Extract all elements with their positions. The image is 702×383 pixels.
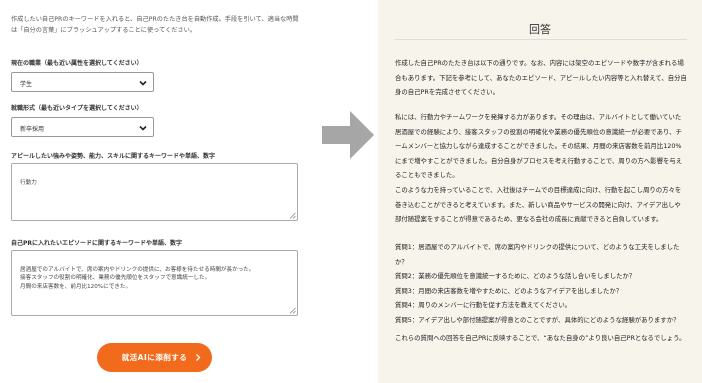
employment-field-label: 就職形式（最も近いタイプを選択してください） (11, 105, 143, 112)
episode-field-label: 自己PRに入れたいエピソードに関するキーワードや単語、数字 (11, 240, 183, 247)
answer-paragraph: 私には、行動力やチームワークを発揮する力があります。その理由は、アルバイトとして… (395, 113, 683, 179)
employment-select-value: 新卒採用 (20, 126, 45, 133)
episode-textarea[interactable]: 居酒屋でのアルバイトで、席の案内やドリンクの提供に、お客様を待たせる時間が長かっ… (11, 250, 298, 316)
resize-handle-icon[interactable] (289, 307, 296, 314)
arrow-right-icon (322, 111, 374, 159)
chevron-right-icon (196, 354, 201, 361)
employment-select[interactable]: 新卒採用 (11, 117, 154, 137)
answer-panel: 回答 作成した自己PRのたたき台は以下の通りです。なお、内容には架空のエピソード… (378, 0, 702, 383)
status-select[interactable]: 学生 (11, 72, 154, 92)
answer-paragraph: 作成した自己PRのたたき台は以下の通りです。なお、内容には架空のエピソードや数字… (395, 59, 687, 96)
form-intro-text: 作成したい自己PRのキーワードを入れると、自己PRのたたき台を自動作成。手段を引… (11, 16, 299, 34)
answer-paragraph: これらの質問への回答を自己PRに反映することで、“あなた自身の”より良い自己PR… (395, 334, 686, 342)
keywords-textarea-value: 行動力 (20, 179, 37, 186)
submit-to-ai-button[interactable]: 就活AIに添削する (97, 343, 212, 372)
answer-title-divider (395, 39, 687, 40)
keywords-textarea[interactable]: 行動力 (11, 163, 298, 221)
status-select-value: 学生 (20, 81, 33, 88)
answer-questions: 質問1：居酒屋でのアルバイトで、席の案内やドリンクの提供について、どのような工夫… (395, 243, 680, 324)
status-field-label: 現在の職業（最も近い属性を選択してください） (11, 60, 143, 67)
prompt-form-panel: 作成したい自己PRのキーワードを入れると、自己PRのたたき台を自動作成。手段を引… (0, 0, 318, 383)
chevron-down-icon (139, 80, 147, 86)
answer-paragraph: このような力を持っていることで、入社後はチームでの目標達成に向け、行動を起こし周… (395, 186, 682, 223)
episode-textarea-value: 居酒屋でのアルバイトで、席の案内やドリンクの提供に、お客様を待たせる時間が長かっ… (20, 266, 255, 290)
answer-title: 回答 (529, 23, 551, 36)
resize-handle-icon[interactable] (289, 212, 296, 219)
keywords-field-label: アピールしたい強みや姿勢、能力、スキルに関するキーワードや単語、数字 (11, 153, 216, 160)
chevron-down-icon (139, 125, 147, 131)
